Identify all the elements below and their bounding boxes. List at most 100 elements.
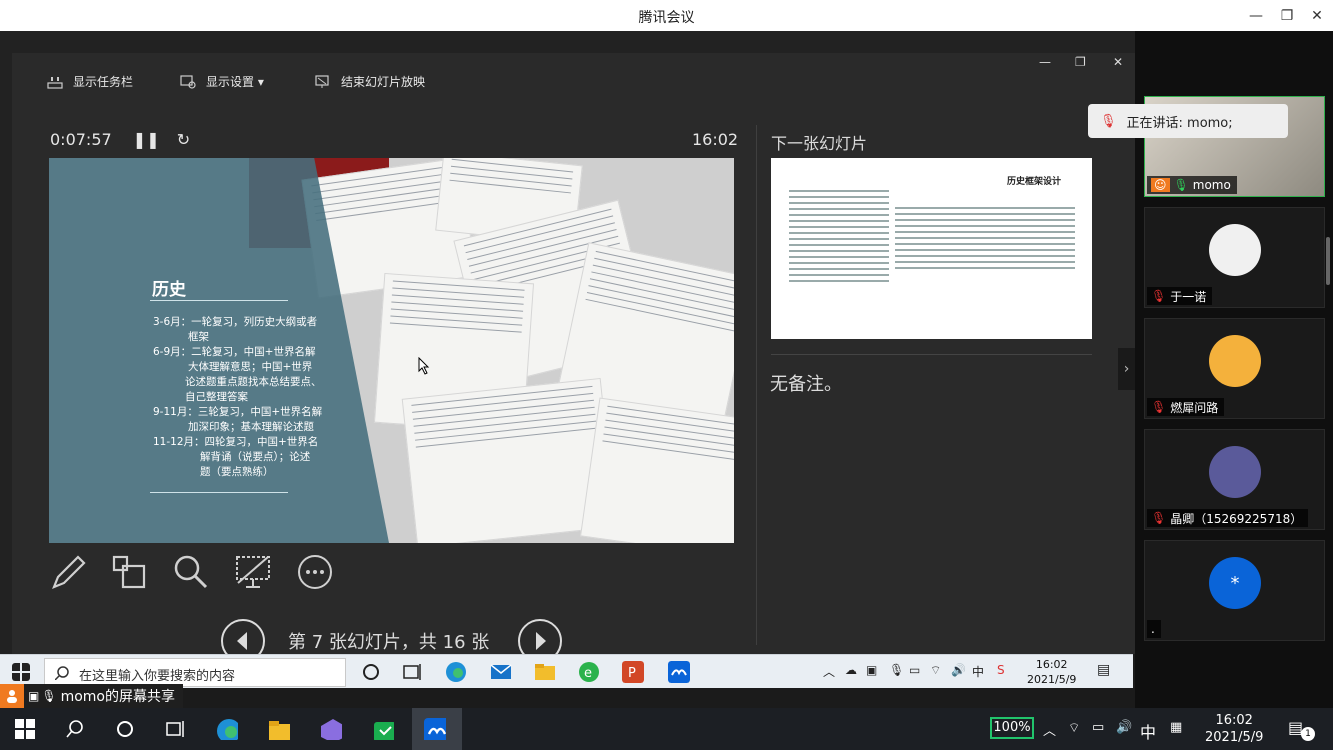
plan-text: 论述题重点题找本总结要点、 [185, 376, 322, 388]
restore-button[interactable]: ❐ [1277, 6, 1297, 26]
participant-name: 晶卿（15269225718） [1170, 511, 1303, 526]
tray-expand-icon[interactable]: ︿ [823, 663, 835, 680]
action-center-icon[interactable]: ▤ 1 [1288, 718, 1315, 742]
presenter-restore-button[interactable]: ❐ [1075, 55, 1086, 69]
tray-app-icon[interactable]: ▣ [866, 663, 877, 677]
search-icon[interactable] [64, 718, 86, 740]
local-clock[interactable]: 16:02 2021/5/9 [1205, 712, 1263, 746]
remote-taskbar: 在这里输入你要搜索的内容 e P ︿ ☁ ▣ 🎙 ▭ ⌔ 🔊 中 S 16:02… [0, 654, 1133, 688]
window-title: 腾讯会议 [638, 10, 695, 26]
app-icon[interactable] [320, 718, 342, 740]
grid-icon [112, 555, 146, 589]
participant-tile[interactable]: 🎙 燃犀问路 [1144, 318, 1325, 419]
microphone-muted-icon: 🎙 [1151, 289, 1167, 303]
microphone-icon: 🎙 [41, 689, 57, 703]
cortana-icon[interactable] [360, 661, 382, 683]
participant-namebar: 🎙 燃犀问路 [1147, 398, 1225, 416]
battery-indicator[interactable]: 100% [990, 717, 1034, 739]
pause-icon[interactable]: ❚❚ [133, 130, 160, 149]
volume-icon[interactable]: 🔊 [951, 663, 966, 677]
cloud-icon[interactable]: ☁ [845, 663, 857, 677]
windows-start-icon[interactable] [12, 663, 30, 681]
host-icon: ☺ [1151, 178, 1170, 192]
black-screen-tool[interactable] [234, 553, 272, 591]
plan-text: 9-11月：三轮复习，中国+世界名解 [153, 406, 323, 418]
microphone-on-icon: 🎙 [1173, 178, 1189, 192]
end-slideshow-button[interactable]: 结束幻灯片放映 [315, 73, 425, 90]
microphone-muted-icon: 🎙 [1100, 113, 1117, 129]
plan-text: 解背诵（说要点）；论述 [200, 451, 311, 463]
tencent-meeting-icon[interactable] [668, 661, 690, 683]
plan-text: 大体理解意思；中国+世界 [188, 361, 313, 373]
task-view-icon[interactable] [164, 718, 186, 740]
pen-tool[interactable] [50, 553, 88, 591]
plan-item: 3-6月：一轮复习，列历史大纲或者 框架 [153, 315, 317, 345]
next-slide-title: 历史框架设计 [1007, 177, 1062, 187]
plan-item: 6-9月：二轮复习，中国+世界名解 大体理解意思；中国+世界 论述题重点题找本总… [153, 345, 322, 405]
participant-avatar [1209, 335, 1261, 387]
microphone-icon[interactable]: 🎙 [889, 663, 904, 677]
battery-icon[interactable]: ▭ [909, 663, 920, 677]
participant-name: 于一诺 [1170, 289, 1207, 304]
presenter-minimize-button[interactable]: — [1039, 55, 1051, 69]
volume-icon[interactable]: 🔊 [1116, 720, 1132, 735]
all-slides-tool[interactable] [110, 553, 148, 591]
collapse-sidebar-button[interactable]: › [1118, 348, 1135, 390]
plan-text: 11-12月：四轮复习，中国+世界名 [153, 436, 319, 448]
local-time: 16:02 [1215, 713, 1253, 728]
file-explorer-icon[interactable] [268, 718, 290, 740]
windows-start-icon[interactable] [14, 718, 36, 740]
participant-tile[interactable]: 🎙 晶卿（15269225718） [1144, 429, 1325, 530]
battery-icon[interactable]: ▭ [1092, 720, 1104, 735]
zoom-tool[interactable] [172, 553, 210, 591]
notification-icon[interactable]: ▤ [1097, 662, 1110, 678]
wifi-icon[interactable]: ⌔ [1068, 720, 1080, 736]
speaker-notes: 无备注。 [770, 374, 842, 395]
wifi-icon[interactable]: ⌔ [930, 663, 941, 678]
end-slideshow-label: 结束幻灯片放映 [341, 75, 426, 89]
remote-search-box[interactable]: 在这里输入你要搜索的内容 [44, 658, 346, 687]
remote-clock[interactable]: 16:02 2021/5/9 [1027, 657, 1076, 687]
plan-text: 3-6月：一轮复习，列历史大纲或者 [153, 316, 318, 328]
cortana-icon[interactable] [114, 718, 136, 740]
participants-scrollbar[interactable] [1326, 237, 1330, 285]
presenter-clock: 16:02 [692, 130, 739, 149]
presenter-close-button[interactable]: ✕ [1113, 55, 1123, 69]
local-taskbar: 100% ︿ ⌔ ▭ 🔊 中 ▦ 16:02 2021/5/9 ▤ 1 [0, 708, 1333, 750]
keyboard-icon[interactable]: ▦ [1170, 720, 1182, 735]
participant-tile[interactable]: 🎙 于一诺 [1144, 207, 1325, 308]
edge-icon[interactable] [445, 661, 467, 683]
tray-expand-icon[interactable]: ︿ [1043, 720, 1056, 739]
plan-text: 框架 [188, 331, 209, 343]
browser-icon[interactable]: e [578, 661, 600, 683]
next-slide-label: 下一张幻灯片 [771, 134, 868, 153]
plan-text: 加深印象；基本理解论述题 [188, 421, 314, 433]
display-settings-button[interactable]: 显示设置 ▾ [180, 73, 264, 90]
show-taskbar-button[interactable]: 显示任务栏 [47, 73, 133, 90]
remote-time: 16:02 [1035, 658, 1068, 671]
mouse-cursor-icon [418, 357, 430, 375]
minimize-button[interactable]: — [1246, 6, 1266, 26]
ime-icon[interactable]: 中 [972, 663, 984, 680]
mail-icon[interactable] [490, 661, 512, 683]
ime-indicator[interactable]: 中 [1140, 719, 1156, 743]
file-explorer-icon[interactable] [534, 661, 556, 683]
tencent-meeting-icon[interactable] [424, 718, 446, 740]
magnifier-icon [174, 555, 208, 589]
participant-tile[interactable]: * . [1144, 540, 1325, 641]
close-button[interactable]: ✕ [1307, 6, 1327, 26]
more-options-tool[interactable] [296, 553, 334, 591]
restart-icon[interactable]: ↻ [177, 130, 190, 149]
powerpoint-icon[interactable]: P [622, 661, 644, 683]
plan-item: 9-11月：三轮复习，中国+世界名解 加深印象；基本理解论述题 [153, 405, 322, 435]
chevron-right-icon: › [1123, 361, 1130, 377]
end-slideshow-icon [315, 74, 329, 88]
store-icon[interactable] [372, 718, 394, 740]
search-icon [55, 666, 69, 680]
edge-icon[interactable] [216, 718, 238, 740]
pane-divider[interactable] [756, 125, 757, 645]
sogou-icon[interactable]: S [997, 663, 1005, 677]
speaking-text: 正在讲话: momo; [1126, 115, 1233, 131]
task-view-icon[interactable] [401, 661, 423, 683]
outline-column [789, 186, 889, 286]
